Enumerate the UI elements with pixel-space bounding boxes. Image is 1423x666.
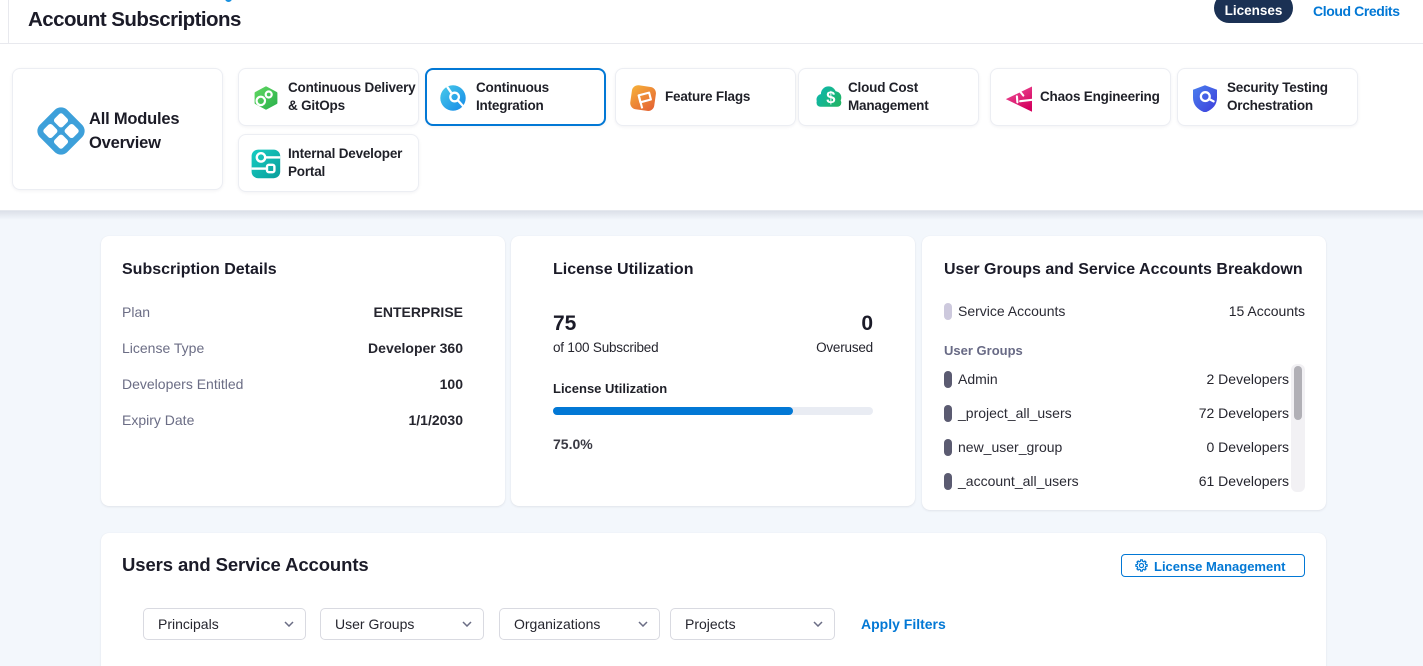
svg-text:$: $ (826, 89, 835, 107)
